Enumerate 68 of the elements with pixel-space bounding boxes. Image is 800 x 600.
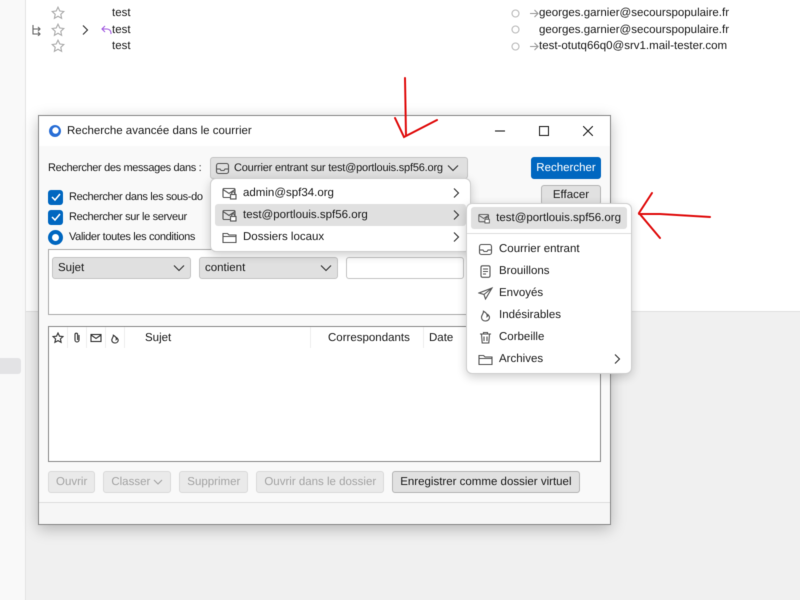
message-subject: test: [112, 24, 131, 36]
inbox-tray-icon: [478, 242, 493, 256]
menu-item[interactable]: Brouillons: [471, 260, 627, 282]
menu-item[interactable]: Courrier entrant: [471, 238, 627, 260]
chevron-icon[interactable]: [81, 24, 89, 36]
field-label: Rechercher des messages dans :: [48, 162, 202, 174]
chevron-down-icon: [320, 264, 332, 272]
menu-item[interactable]: Dossiers locaux: [215, 226, 466, 248]
status-dot-icon: [511, 8, 520, 18]
chevron-icon: [452, 187, 460, 199]
checkbox-label: Rechercher sur le serveur: [69, 211, 187, 223]
envelope-lock-icon: [478, 212, 490, 224]
maximize-icon: [539, 126, 549, 136]
star-icon[interactable]: [52, 332, 64, 344]
input-field[interactable]: [346, 257, 464, 279]
folder-icon: [222, 230, 237, 244]
menu-item[interactable]: admin@spf34.org: [215, 182, 466, 204]
chevron-down-icon: [153, 478, 164, 486]
checkbox[interactable]: [48, 190, 63, 204]
menu-item[interactable]: test@portlouis.spf56.org: [471, 207, 627, 229]
trash-icon: [478, 330, 493, 344]
chevron-down-icon: [173, 264, 185, 272]
message-subject: test: [112, 40, 131, 52]
paper-plane-icon: [478, 286, 493, 300]
menu-item[interactable]: Indésirables: [471, 304, 627, 326]
document-icon: [478, 264, 493, 278]
envelope-icon[interactable]: [90, 332, 102, 344]
operator-dropdown[interactable]: contient: [199, 257, 338, 279]
field-dropdown[interactable]: Sujet: [52, 257, 191, 279]
chevron-icon: [452, 231, 460, 243]
radio-label: Valider toutes les conditions: [69, 231, 196, 243]
search-button[interactable]: Rechercher: [531, 157, 601, 179]
flame-icon[interactable]: [109, 332, 121, 344]
chevron-down-icon: [446, 164, 459, 172]
flame-icon: [478, 308, 493, 322]
checkbox[interactable]: [48, 210, 63, 224]
message-correspondent: georges.garnier@secourspopulaire.fr: [539, 24, 730, 36]
checkbox-label: Rechercher dans les sous-do: [69, 191, 203, 203]
star-icon[interactable]: [51, 6, 65, 20]
action-button[interactable]: Enregistrer comme dossier virtuel: [392, 471, 580, 493]
folder-dropdown[interactable]: Courrier entrant sur test@portlouis.spf56.org: [210, 157, 468, 179]
column-header[interactable]: Sujet: [125, 327, 311, 348]
envelope-lock-icon: [222, 208, 237, 222]
annotation-arrow: [394, 77, 438, 138]
column-header[interactable]: Date: [424, 327, 456, 348]
status-dot-icon: [511, 25, 520, 34]
message-correspondent: georges.garnier@secourspopulaire.fr: [539, 7, 730, 20]
app-logo-icon: [48, 124, 62, 138]
radio-button[interactable]: [48, 230, 63, 244]
folder-icon: [478, 352, 493, 366]
column-header[interactable]: Correspondants: [311, 327, 424, 348]
menu-item[interactable]: Corbeille: [471, 326, 627, 348]
inbox-tray-icon: [215, 162, 230, 174]
message-correspondent: test-otutq66q0@srv1.mail-tester.com: [539, 40, 728, 52]
menu-item[interactable]: test@portlouis.spf56.org: [215, 204, 466, 226]
star-icon[interactable]: [51, 22, 65, 37]
window-title: Recherche avancée dans le courrier: [67, 125, 253, 137]
chevron-icon: [452, 209, 460, 221]
check-icon: [50, 193, 60, 201]
close-icon: [583, 126, 593, 136]
star-icon[interactable]: [51, 39, 65, 54]
menu-item[interactable]: Envoyés: [471, 282, 627, 304]
check-icon: [50, 213, 60, 221]
status-dot-icon: [511, 42, 520, 51]
message-subject: test: [112, 7, 131, 20]
menu-item[interactable]: Archives: [471, 348, 627, 370]
clear-button[interactable]: Effacer: [541, 185, 601, 205]
envelope-lock-icon: [222, 186, 237, 200]
